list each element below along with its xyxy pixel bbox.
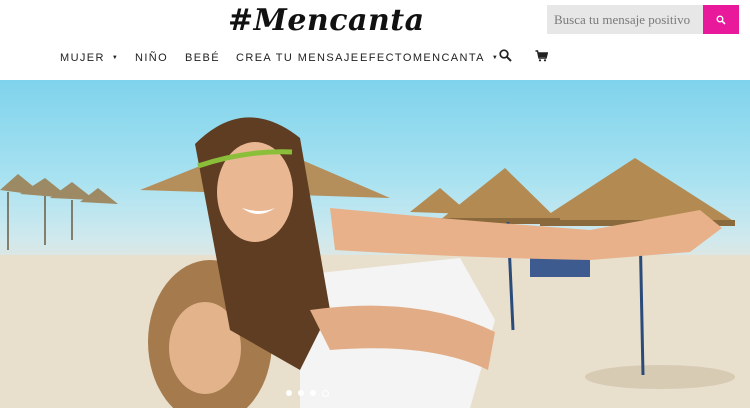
slide-dot-3[interactable] [310, 390, 316, 396]
slide-dot-2[interactable] [298, 390, 304, 396]
nav-item-efectomencanta[interactable]: EFECTOMENCANTA ▼ [360, 48, 499, 68]
nav-item-label: EFECTOMENCANTA [360, 52, 485, 64]
site-header: #Mencanta MUJER ▼ NIÑO BEBÉ CREA TU MENSA… [0, 0, 750, 80]
search-form [547, 5, 739, 34]
nav-item-bebe[interactable]: BEBÉ [185, 48, 220, 68]
cart-icon [535, 50, 549, 62]
chevron-down-icon: ▼ [111, 55, 120, 61]
nav-item-label: MUJER [60, 52, 105, 64]
nav-item-label: BEBÉ [185, 52, 220, 64]
hero-beach-photo [0, 117, 750, 408]
nav-search-button[interactable] [499, 49, 512, 69]
slide-pagination [286, 390, 329, 397]
search-input[interactable] [547, 5, 703, 34]
slide-dot-4[interactable] [322, 390, 329, 397]
site-logo[interactable]: #Mencanta [228, 2, 424, 40]
nav-item-crea-tu-mensaje[interactable]: CREA TU MENSAJE [236, 48, 360, 68]
search-icon [716, 15, 726, 25]
nav-item-label: CREA TU MENSAJE [236, 52, 360, 64]
nav-cart-button[interactable] [535, 49, 549, 69]
search-submit-button[interactable] [703, 5, 739, 34]
hero-slide[interactable] [0, 80, 750, 408]
nav-item-nino[interactable]: NIÑO [135, 48, 168, 68]
search-icon [499, 49, 512, 62]
nav-item-mujer[interactable]: MUJER ▼ [60, 48, 119, 68]
nav-item-label: NIÑO [135, 52, 169, 64]
main-nav: MUJER ▼ NIÑO BEBÉ CREA TU MENSAJE EFECTOM… [0, 48, 750, 68]
slide-dot-1[interactable] [286, 390, 292, 396]
